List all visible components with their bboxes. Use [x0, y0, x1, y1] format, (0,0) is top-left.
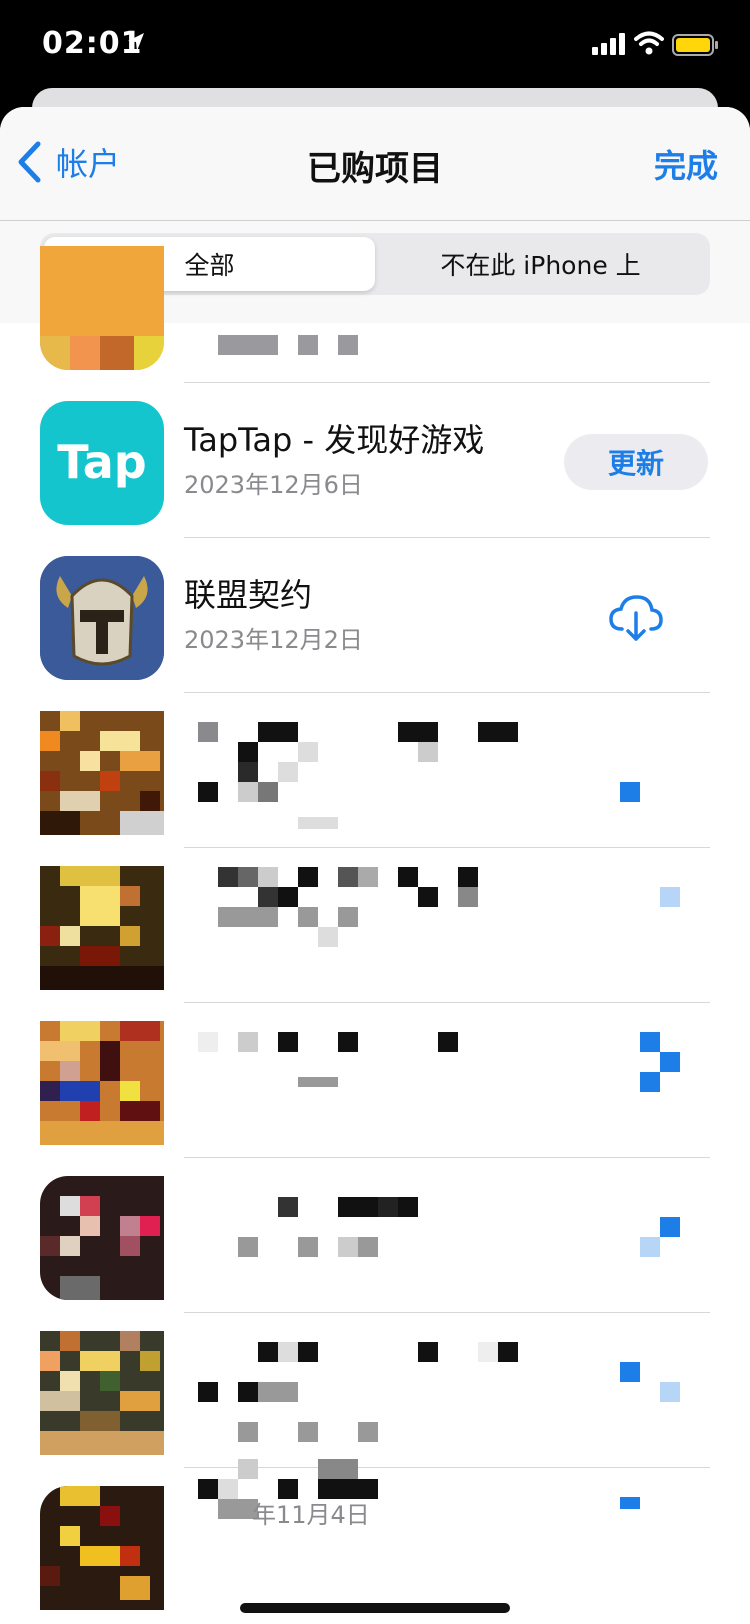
purchase-date: 2023年12月2日 [184, 626, 363, 654]
censored-action[interactable] [660, 887, 680, 907]
purchase-date: 2023年12月6日 [184, 471, 363, 499]
app-icon [40, 1021, 164, 1145]
update-button[interactable]: 更新 [564, 434, 708, 490]
app-icon [40, 1331, 164, 1455]
knight-helmet-app-icon [40, 556, 164, 680]
list-item[interactable] [0, 1003, 750, 1158]
app-name: TapTap - 发现好游戏 [184, 421, 485, 459]
app-icon [40, 1176, 164, 1300]
page-title: 已购项目 [307, 149, 443, 189]
list-item[interactable]: 年11月4日 [0, 1459, 750, 1623]
list-item[interactable] [0, 228, 750, 383]
cellular-signal-icon [592, 33, 625, 55]
list-item[interactable] [0, 1313, 750, 1468]
battery-icon [672, 34, 718, 56]
taptap-app-icon: Tap [40, 401, 164, 525]
tap-logo-icon: Tap [57, 435, 146, 489]
status-bar: 02:01 [0, 0, 750, 90]
navigation-bar: 帐户 已购项目 完成 [0, 107, 750, 221]
censored-action[interactable] [620, 782, 640, 802]
censored-action[interactable] [620, 1497, 640, 1509]
home-indicator[interactable] [240, 1603, 510, 1613]
location-arrow-icon [128, 33, 144, 51]
app-icon [40, 866, 164, 990]
cloud-download-icon[interactable] [608, 593, 664, 643]
helmet-icon [40, 556, 164, 680]
app-icon [40, 246, 164, 370]
purchase-date: 年11月4日 [252, 1501, 370, 1529]
list-item[interactable]: 联盟契约 2023年12月2日 [0, 538, 750, 693]
wifi-icon [634, 31, 664, 55]
list-item[interactable] [0, 1158, 750, 1313]
list-item[interactable] [0, 693, 750, 848]
app-icon [40, 1486, 164, 1610]
list-item[interactable] [0, 848, 750, 1003]
done-button[interactable]: 完成 [654, 141, 718, 187]
svg-text:Tap: Tap [57, 435, 146, 489]
purchased-sheet: 帐户 已购项目 完成 全部 不在此 iPhone 上 Tap TapTap - … [0, 107, 750, 1624]
app-icon [40, 711, 164, 835]
list-item[interactable]: Tap TapTap - 发现好游戏 2023年12月6日 更新 [0, 383, 750, 538]
app-name: 联盟契约 [184, 576, 313, 614]
